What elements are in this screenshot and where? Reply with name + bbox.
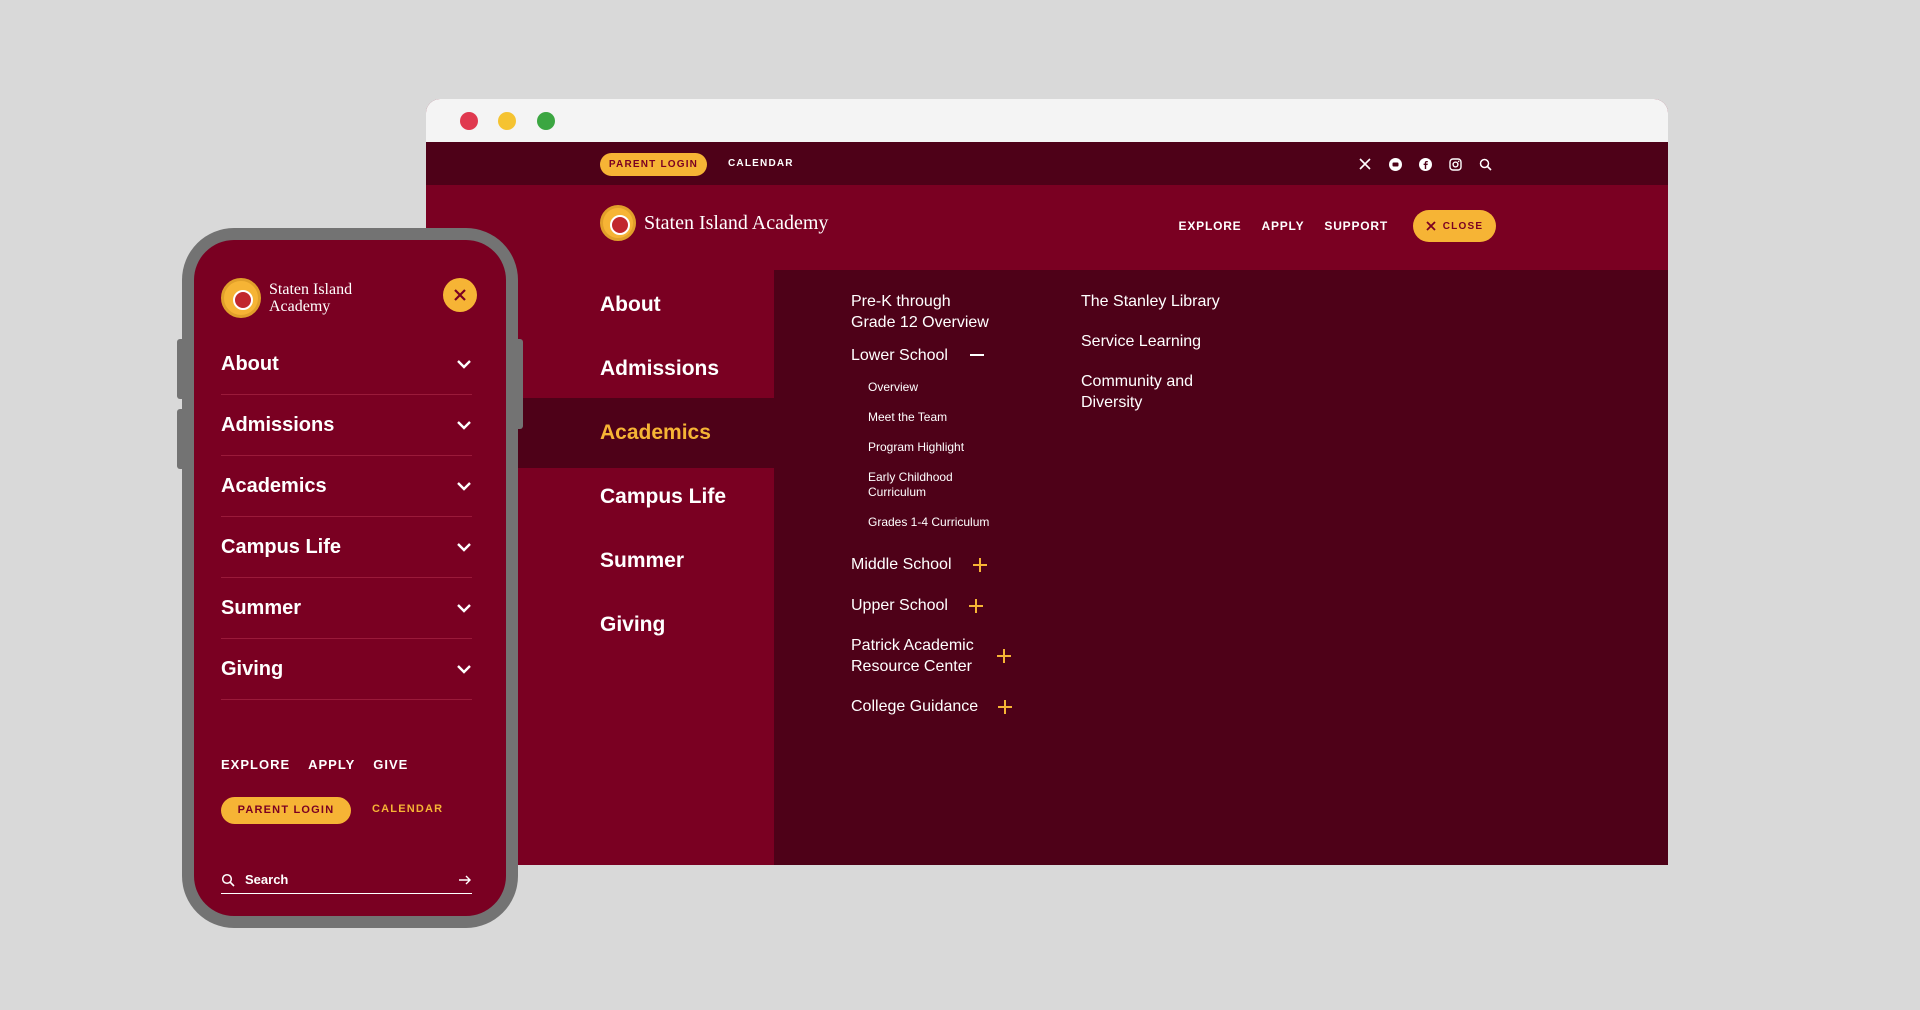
chevron-down-icon bbox=[456, 478, 472, 494]
close-icon bbox=[454, 289, 466, 301]
chevron-down-icon bbox=[456, 661, 472, 677]
arrow-right-icon[interactable] bbox=[458, 874, 472, 886]
mobile-logo-line2: Academy bbox=[269, 298, 331, 315]
expand-icon[interactable] bbox=[973, 558, 987, 572]
middle-school-link[interactable]: Middle School bbox=[851, 554, 952, 575]
expand-icon[interactable] bbox=[997, 649, 1011, 663]
collapse-icon[interactable] bbox=[970, 348, 984, 362]
parc-link-line1[interactable]: Patrick Academic bbox=[851, 635, 974, 656]
lower-school-link[interactable]: Lower School bbox=[851, 345, 948, 366]
browser-window: PARENT LOGIN CALENDAR Staten Island Acad… bbox=[426, 99, 1668, 865]
mobile-calendar-link[interactable]: CALENDAR bbox=[372, 803, 443, 815]
mobile-menu-label: Admissions bbox=[221, 413, 335, 436]
search-icon bbox=[221, 873, 235, 887]
phone-mockup: Staten Island Academy About Admissions A… bbox=[182, 228, 518, 928]
academics-submenu: Pre-K through Grade 12 Overview Lower Sc… bbox=[774, 270, 1668, 865]
academy-seal-icon bbox=[600, 205, 636, 241]
early-childhood-line1[interactable]: Early Childhood bbox=[868, 470, 953, 485]
chevron-down-icon bbox=[456, 356, 472, 372]
mobile-menu-label: Academics bbox=[221, 474, 327, 497]
mobile-explore-link[interactable]: EXPLORE bbox=[221, 757, 290, 772]
mobile-logo-line1: Staten Island bbox=[269, 281, 353, 298]
mobile-give-link[interactable]: GIVE bbox=[373, 757, 408, 772]
mobile-search-bar bbox=[221, 866, 472, 894]
college-guidance-link[interactable]: College Guidance bbox=[851, 696, 978, 717]
mobile-search-input[interactable] bbox=[245, 872, 448, 887]
close-menu-button[interactable]: CLOSE bbox=[1413, 210, 1496, 242]
mobile-menu-item-academics[interactable]: Academics bbox=[221, 456, 472, 517]
close-window-dot[interactable] bbox=[460, 112, 478, 130]
close-label: CLOSE bbox=[1442, 220, 1484, 232]
parent-login-button[interactable]: PARENT LOGIN bbox=[600, 153, 707, 176]
site-header: Staten Island Academy EXPLORE APPLY SUPP… bbox=[426, 185, 1668, 270]
site-logo[interactable]: Staten Island Academy bbox=[600, 205, 828, 241]
minimize-window-dot[interactable] bbox=[498, 112, 516, 130]
social-links bbox=[1357, 156, 1493, 172]
search-icon[interactable] bbox=[1477, 156, 1493, 172]
mobile-logo-text: Staten Island Academy bbox=[269, 281, 352, 315]
header-nav: EXPLORE APPLY SUPPORT bbox=[1179, 219, 1388, 233]
upper-school-link[interactable]: Upper School bbox=[851, 595, 948, 616]
service-learning-link[interactable]: Service Learning bbox=[1081, 331, 1201, 352]
support-link[interactable]: SUPPORT bbox=[1324, 219, 1388, 233]
phone-screen: Staten Island Academy About Admissions A… bbox=[194, 240, 506, 916]
overview-link-line1[interactable]: Pre-K through bbox=[851, 291, 951, 312]
utility-bar: PARENT LOGIN CALENDAR bbox=[426, 142, 1668, 185]
mobile-menu-label: Giving bbox=[221, 657, 284, 680]
stanley-library-link[interactable]: The Stanley Library bbox=[1081, 291, 1220, 312]
explore-link[interactable]: EXPLORE bbox=[1179, 219, 1242, 233]
grades-1-4-link[interactable]: Grades 1-4 Curriculum bbox=[868, 515, 989, 530]
youtube-icon[interactable] bbox=[1387, 156, 1403, 172]
browser-chrome bbox=[426, 99, 1668, 142]
mobile-menu-item-giving[interactable]: Giving bbox=[221, 639, 472, 700]
mobile-menu-label: Summer bbox=[221, 596, 302, 619]
mobile-parent-login-button[interactable]: PARENT LOGIN bbox=[221, 797, 351, 824]
meet-the-team-link[interactable]: Meet the Team bbox=[868, 410, 947, 425]
chevron-down-icon bbox=[456, 539, 472, 555]
maximize-window-dot[interactable] bbox=[537, 112, 555, 130]
program-highlight-link[interactable]: Program Highlight bbox=[868, 440, 964, 455]
x-icon[interactable] bbox=[1357, 156, 1373, 172]
calendar-link[interactable]: CALENDAR bbox=[728, 158, 794, 169]
mega-menu: About Admissions Academics Campus Life S… bbox=[426, 270, 1668, 865]
expand-icon[interactable] bbox=[998, 700, 1012, 714]
mobile-apply-link[interactable]: APPLY bbox=[308, 757, 355, 772]
mobile-logo[interactable]: Staten Island Academy bbox=[221, 278, 352, 318]
early-childhood-line2[interactable]: Curriculum bbox=[868, 485, 926, 500]
mobile-close-button[interactable] bbox=[443, 278, 477, 312]
mobile-menu-label: Campus Life bbox=[221, 535, 342, 558]
chevron-down-icon bbox=[456, 600, 472, 616]
mobile-menu-item-summer[interactable]: Summer bbox=[221, 578, 472, 639]
community-link-line1[interactable]: Community and bbox=[1081, 371, 1193, 392]
logo-text: Staten Island Academy bbox=[644, 211, 829, 234]
mobile-menu-label: About bbox=[221, 352, 279, 375]
lower-school-overview[interactable]: Overview bbox=[868, 380, 918, 395]
mobile-menu-item-about[interactable]: About bbox=[221, 334, 472, 395]
expand-icon[interactable] bbox=[969, 599, 983, 613]
overview-link-line2[interactable]: Grade 12 Overview bbox=[851, 312, 989, 333]
mobile-quick-links: EXPLORE APPLY GIVE bbox=[221, 757, 408, 772]
mobile-menu-item-admissions[interactable]: Admissions bbox=[221, 395, 472, 456]
instagram-icon[interactable] bbox=[1447, 156, 1463, 172]
chevron-down-icon bbox=[456, 417, 472, 433]
mobile-menu-item-campus-life[interactable]: Campus Life bbox=[221, 517, 472, 578]
community-link-line2[interactable]: Diversity bbox=[1081, 392, 1142, 413]
parc-link-line2[interactable]: Resource Center bbox=[851, 656, 972, 677]
apply-link[interactable]: APPLY bbox=[1261, 219, 1304, 233]
close-icon bbox=[1426, 221, 1436, 231]
facebook-icon[interactable] bbox=[1417, 156, 1433, 172]
academy-seal-icon bbox=[221, 278, 261, 318]
